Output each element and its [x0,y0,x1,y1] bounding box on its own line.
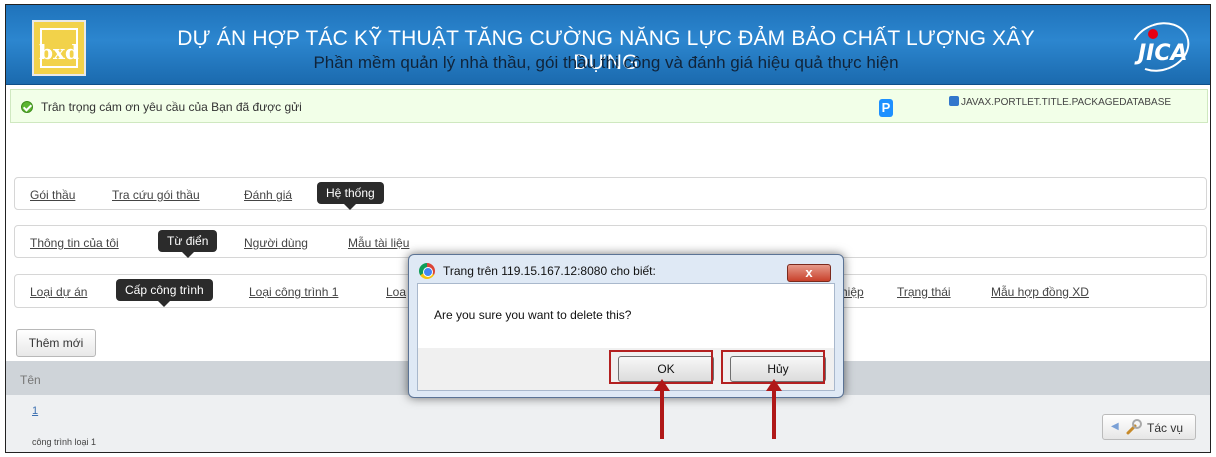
banner-subtitle: Phần mềm quản lý nhà thầu, gói thầu thi … [313,53,899,72]
column-header-name[interactable]: Tên [20,373,41,387]
tab-loai-du-an[interactable]: Loại dự án [30,285,87,299]
tab-trang-thai[interactable]: Trạng thái [897,285,951,299]
portlet-title-text: JAVAX.PORTLET.TITLE.PACKAGEDATABASE [961,97,1172,108]
tab-nguoi-dung[interactable]: Người dùng [244,236,308,250]
confirm-dialog: Trang trên 119.15.167.12:8080 cho biết: … [408,254,844,398]
tab-hiep-partial[interactable]: hiệp [841,285,864,299]
dialog-message: Are you sure you want to delete this? [434,308,632,322]
row-number-link[interactable]: 1 [32,405,38,417]
success-message-bar: Trân trọng cám ơn yêu cầu của Bạn đã đượ… [10,89,1208,123]
tab-mau-hop-dong-xd[interactable]: Mẫu hợp đồng XD [991,285,1089,299]
jica-logo-text: JICA [1138,41,1188,66]
table-row: 1 công trình loại 1 ◀ Tác vụ [6,395,1210,452]
dialog-title: Trang trên 119.15.167.12:8080 cho biết: [443,264,656,278]
arrow-up-icon [766,379,782,439]
tab-danh-gia[interactable]: Đánh giá [244,188,292,202]
dialog-titlebar: Trang trên 119.15.167.12:8080 cho biết: … [417,261,837,282]
portlet-icon [949,96,959,106]
add-new-button[interactable]: Thêm mới [16,329,96,357]
success-message-text: Trân trọng cám ơn yêu cầu của Bạn đã đượ… [41,100,302,114]
tab-tu-dien[interactable]: Từ điển [158,230,218,258]
app-window: bxd DỰ ÁN HỢP TÁC KỸ THUẬT TĂNG CƯỜNG NĂ… [5,4,1211,453]
success-check-icon [21,101,33,113]
arrow-up-icon [654,379,670,439]
tab-loai-partial[interactable]: Loa [386,285,406,299]
tab-mau-tai-lieu[interactable]: Mẫu tài liệu [348,236,409,250]
tab-goi-thau[interactable]: Gói thầu [30,188,75,202]
close-icon[interactable]: x [787,264,831,282]
tab-cap-cong-trinh[interactable]: Cấp công trình [116,279,213,307]
main-nav: Gói thầu Tra cứu gói thầu Đánh giá Hệ th… [14,177,1207,210]
logo-text: bxd [39,28,79,68]
tab-loai-cong-trinh-1[interactable]: Loại công trình 1 [249,285,338,299]
tab-he-thong[interactable]: Hệ thống [317,182,384,210]
chrome-icon [419,263,435,279]
tab-tra-cuu-goi-thau[interactable]: Tra cứu gói thầu [112,188,200,202]
row-name: công trình loại 1 [32,437,97,447]
actions-button[interactable]: ◀ Tác vụ [1102,414,1196,440]
tab-thong-tin-cua-toi[interactable]: Thông tin của tôi [30,236,119,250]
portlet-p-icon[interactable]: P [879,99,893,117]
jica-logo: JICA [1123,14,1197,80]
wrench-icon [1126,419,1142,435]
portlet-title: JAVAX.PORTLET.TITLE.PACKAGEDATABASE [949,96,1171,108]
header-banner: bxd DỰ ÁN HỢP TÁC KỸ THUẬT TĂNG CƯỜNG NĂ… [6,5,1210,85]
dropdown-arrow-icon: ◀ [1111,421,1119,432]
ministry-logo: bxd [32,20,86,76]
actions-label: Tác vụ [1147,421,1184,435]
